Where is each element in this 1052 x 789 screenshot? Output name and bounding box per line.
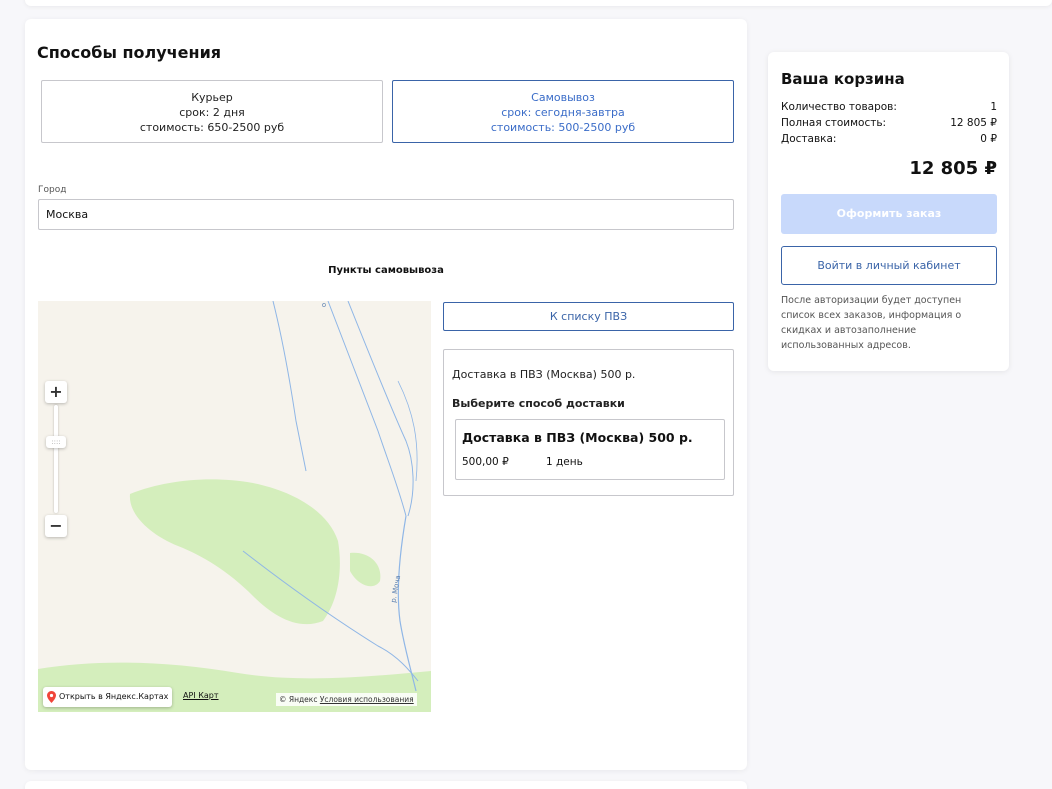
map-pin-icon xyxy=(47,691,56,703)
delivery-title: Способы получения xyxy=(37,43,222,62)
login-note: После авторизации будет доступен список … xyxy=(781,295,962,351)
cart-row-quantity: Количество товаров: 1 xyxy=(781,101,997,113)
copyright-text: © Яндекс xyxy=(279,695,318,704)
login-button[interactable]: Войти в личный кабинет xyxy=(781,246,997,285)
plus-icon: + xyxy=(49,382,63,401)
pickup-points-title: Пункты самовывоза xyxy=(328,265,444,276)
pickup-map[interactable]: о р. Моча + :::: − Открыть в Яндекс.Карт… xyxy=(38,301,431,712)
method-courier[interactable]: Курьер срок: 2 дня стоимость: 650-2500 р… xyxy=(41,80,383,143)
method-pickup[interactable]: Самовывоз срок: сегодня-завтра стоимость… xyxy=(392,80,734,143)
method-term: срок: 2 дня xyxy=(179,106,245,119)
row-value: 12 805 ₽ xyxy=(950,117,997,129)
map-copyright: © Яндекс Условия использования xyxy=(276,693,417,706)
row-value: 0 ₽ xyxy=(980,133,997,145)
city-input[interactable] xyxy=(38,199,734,230)
choose-delivery-label: Выберите способ доставки xyxy=(452,397,625,410)
terms-of-use-link[interactable]: Условия использования xyxy=(320,695,414,704)
method-cost: стоимость: 650-2500 руб xyxy=(139,121,285,134)
option-days: 1 день xyxy=(546,456,583,468)
cart-summary: Ваша корзина Количество товаров: 1 Полна… xyxy=(768,52,1009,371)
delivery-option-card[interactable]: Доставка в ПВЗ (Москва) 500 р. 500,00 ₽ … xyxy=(455,419,725,480)
map-terrain xyxy=(38,301,431,712)
cart-title: Ваша корзина xyxy=(781,70,905,88)
option-price: 500,00 ₽ xyxy=(462,456,509,468)
previous-section-card xyxy=(25,0,1052,6)
cart-row-subtotal: Полная стоимость: 12 805 ₽ xyxy=(781,117,997,129)
method-cost: стоимость: 500-2500 руб xyxy=(490,121,636,134)
zoom-slider-handle[interactable]: :::: xyxy=(46,436,66,448)
zoom-slider-track[interactable] xyxy=(54,405,58,513)
place-order-button[interactable]: Оформить заказ xyxy=(781,194,997,234)
api-maps-link[interactable]: API Карт xyxy=(183,691,219,700)
cart-total: 12 805 ₽ xyxy=(909,158,997,179)
pvz-details-panel: Доставка в ПВЗ (Москва) 500 р. Выберите … xyxy=(443,349,734,496)
minus-icon: − xyxy=(49,516,63,535)
row-label: Доставка: xyxy=(781,133,837,145)
method-term: срок: сегодня-завтра xyxy=(501,106,625,119)
city-label: Город xyxy=(38,185,67,195)
row-value: 1 xyxy=(990,101,997,113)
method-name: Самовывоз xyxy=(531,91,595,104)
zoom-out-button[interactable]: − xyxy=(45,515,67,537)
option-title: Доставка в ПВЗ (Москва) 500 р. xyxy=(462,430,693,445)
next-section-card xyxy=(25,781,747,789)
open-in-yandex-label: Открыть в Яндекс.Картах xyxy=(59,692,169,701)
row-label: Полная стоимость: xyxy=(781,117,887,129)
open-in-yandex-maps-link[interactable]: Открыть в Яндекс.Картах xyxy=(43,687,173,707)
zoom-in-button[interactable]: + xyxy=(45,381,67,403)
pvz-delivery-line: Доставка в ПВЗ (Москва) 500 р. xyxy=(452,368,636,381)
cart-row-delivery: Доставка: 0 ₽ xyxy=(781,133,997,145)
method-name: Курьер xyxy=(191,91,233,104)
delivery-section: Способы получения Курьер срок: 2 дня сто… xyxy=(25,19,747,770)
row-label: Количество товаров: xyxy=(781,101,897,113)
pvz-list-button[interactable]: К списку ПВЗ xyxy=(443,302,734,331)
